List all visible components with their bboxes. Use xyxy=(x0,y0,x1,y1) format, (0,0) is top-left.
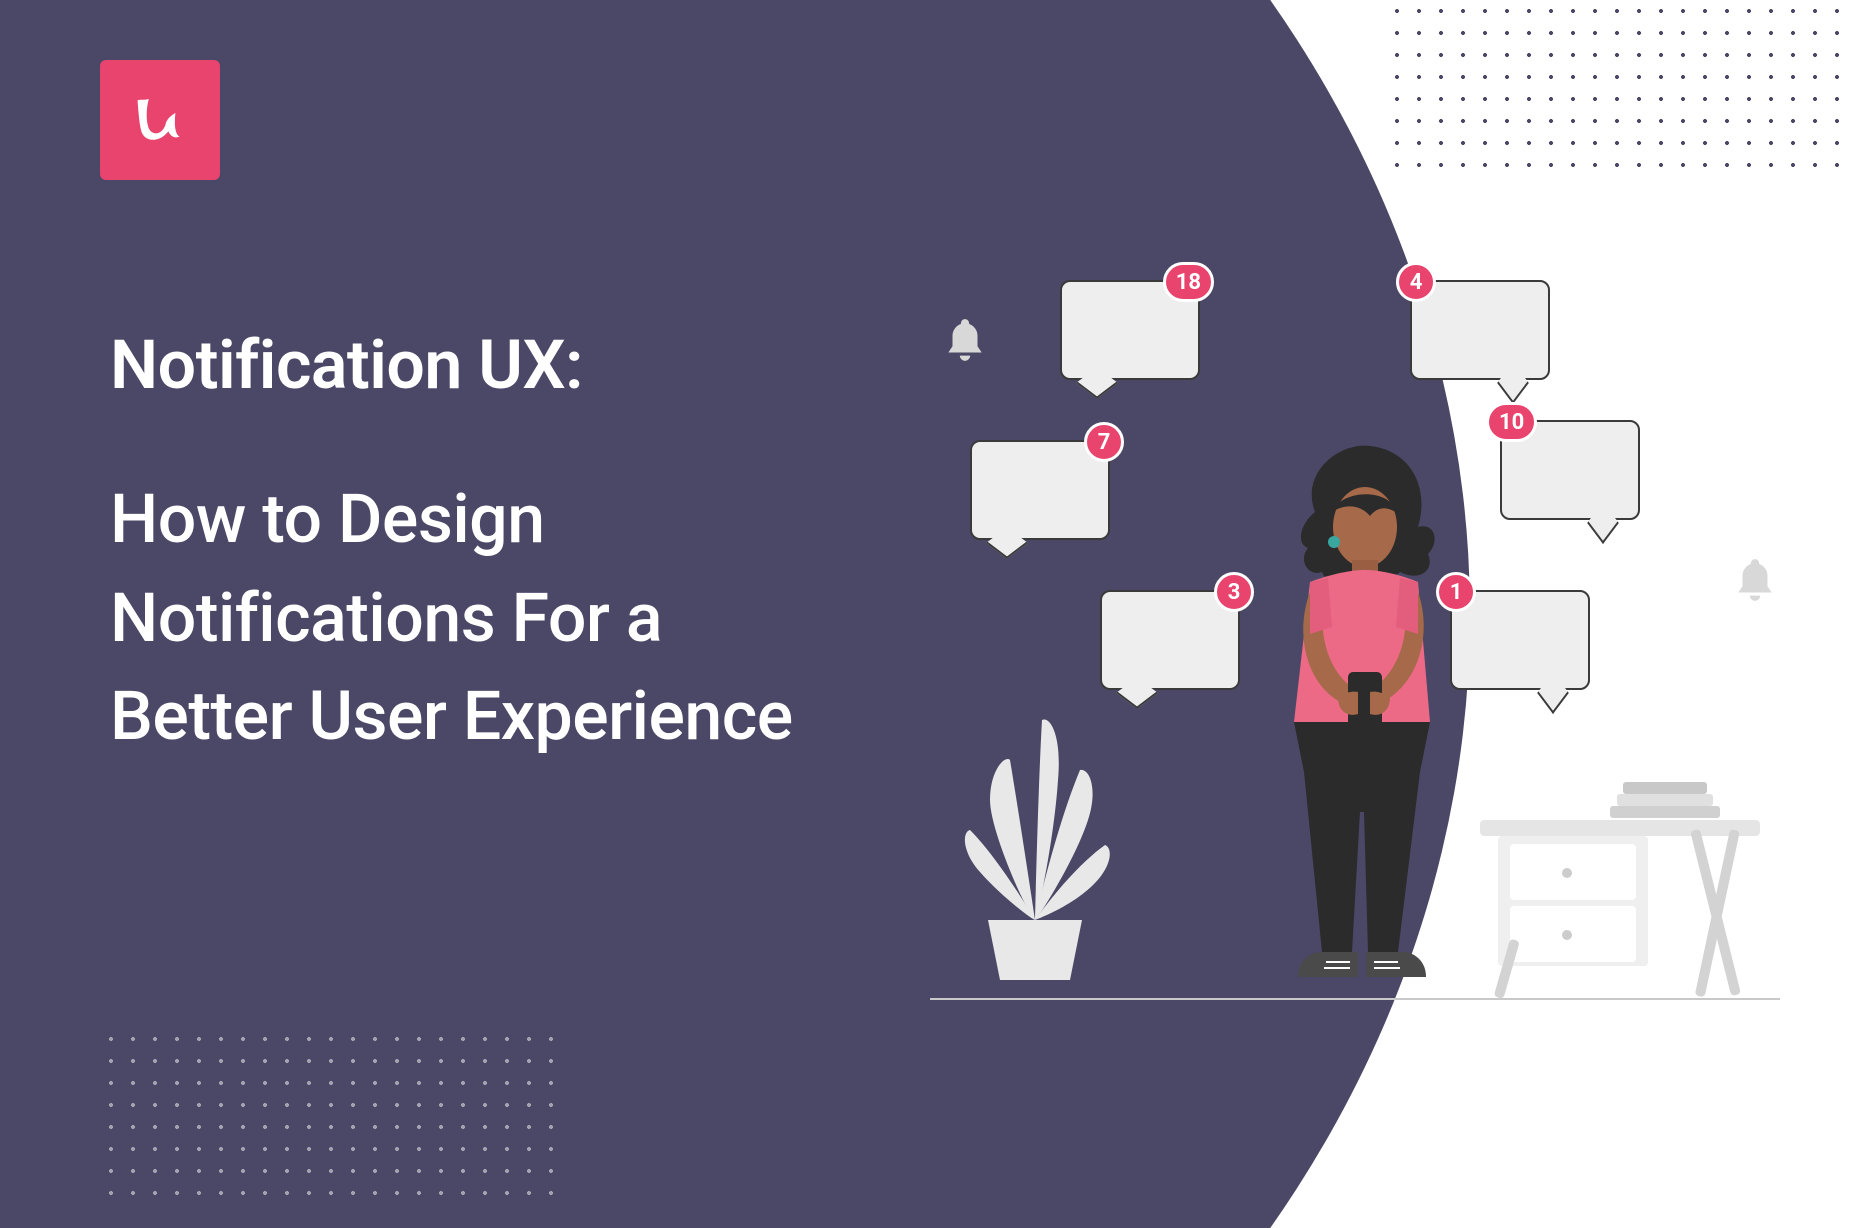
speech-bubble: 7 xyxy=(970,440,1110,540)
dot-pattern-bottom-left xyxy=(100,1028,560,1208)
heading-subtitle: How to Design Notifications For a Better… xyxy=(110,470,850,766)
heading-title: Notification UX: xyxy=(110,320,583,412)
illustration-area: 18 4 7 10 3 1 xyxy=(930,250,1780,1100)
notification-badge: 18 xyxy=(1163,262,1214,302)
bell-icon xyxy=(940,310,990,370)
hero-graphic: Notification UX: How to Design Notificat… xyxy=(0,0,1876,1228)
notification-badge: 4 xyxy=(1396,262,1436,302)
notification-badge: 3 xyxy=(1214,572,1254,612)
plant-decoration xyxy=(930,640,1140,1000)
logo-u-icon xyxy=(125,85,195,155)
dot-pattern-top-right xyxy=(1386,0,1846,180)
notification-badge: 10 xyxy=(1486,402,1537,442)
notification-badge: 7 xyxy=(1084,422,1124,462)
speech-bubble: 18 xyxy=(1060,280,1200,380)
speech-bubble: 10 xyxy=(1500,420,1640,520)
person-illustration xyxy=(1260,442,1460,1002)
speech-bubble: 4 xyxy=(1410,280,1550,380)
desk-decoration xyxy=(1480,780,1760,1000)
brand-logo xyxy=(100,60,220,180)
speech-bubble: 1 xyxy=(1450,590,1590,690)
bell-icon xyxy=(1730,550,1780,610)
